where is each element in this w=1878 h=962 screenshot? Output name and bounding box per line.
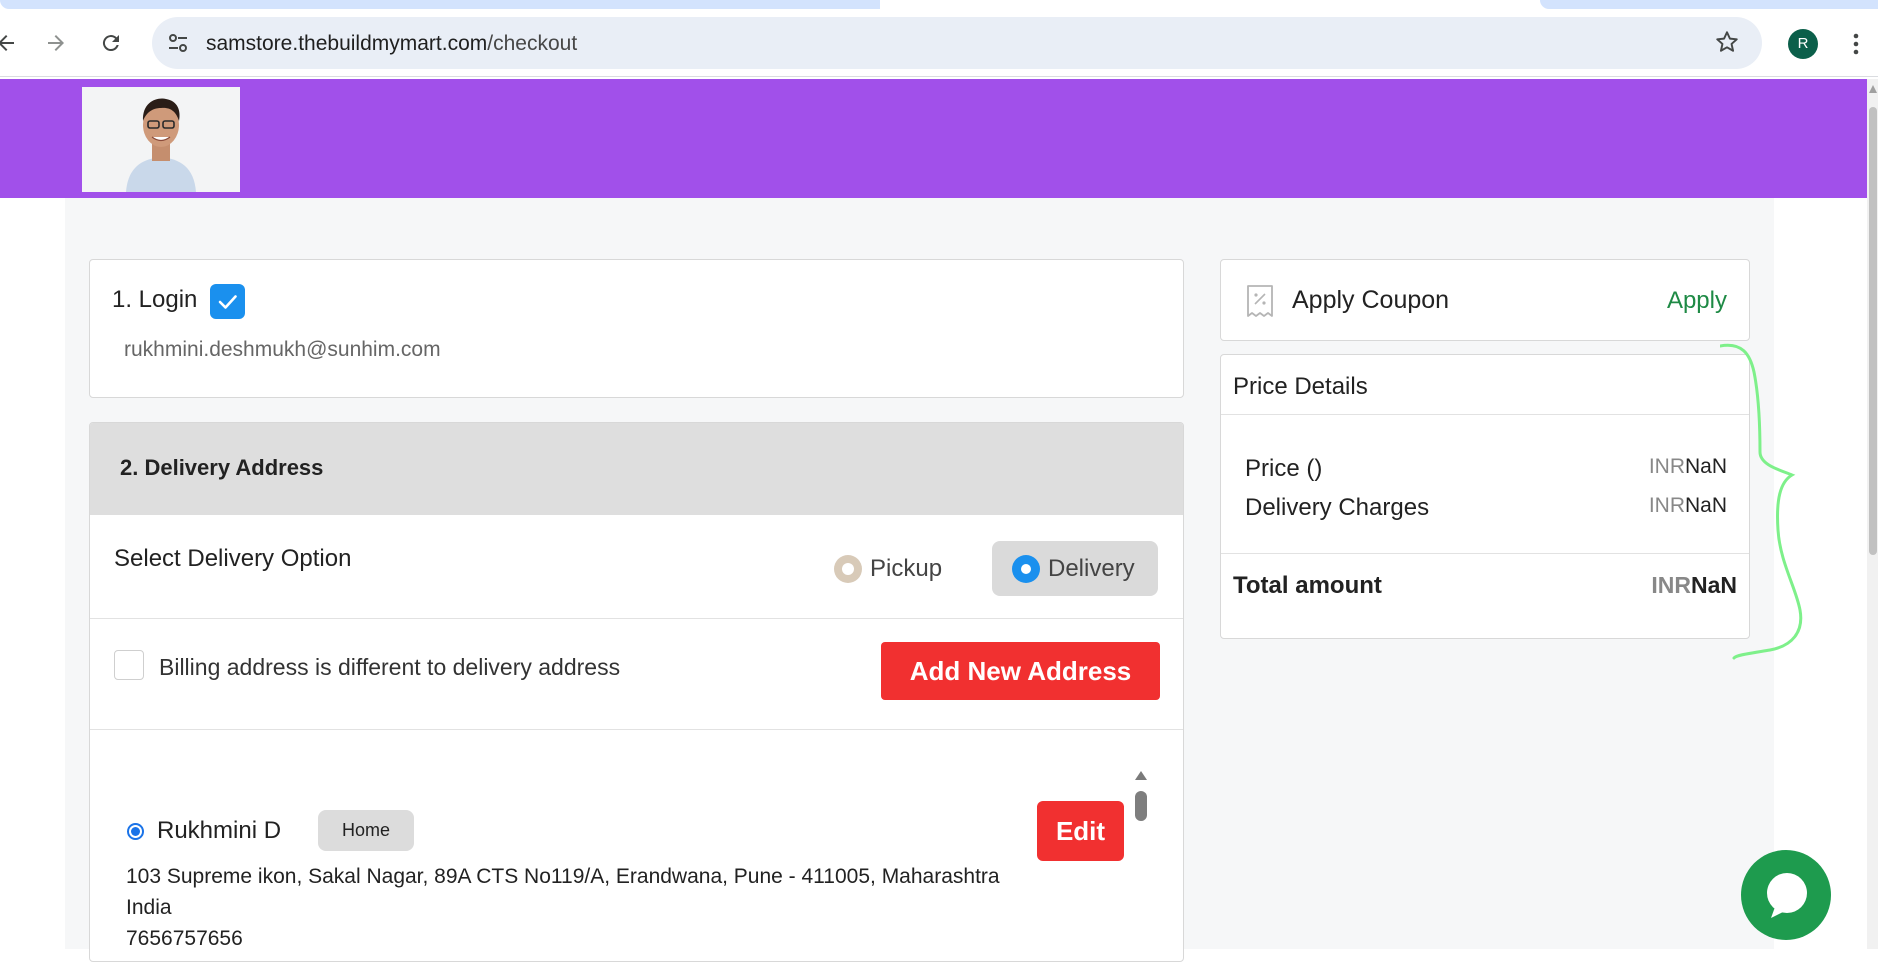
price-details-section: Price Details Price () INRNaN Delivery C… xyxy=(1220,354,1750,639)
url-path: /checkout xyxy=(487,32,578,55)
delivery-charges-row: Delivery Charges INRNaN xyxy=(1245,494,1727,522)
address-scrollbar[interactable] xyxy=(1134,771,1148,961)
total-amount-row: Total amount INRNaN xyxy=(1221,553,1749,639)
arrow-left-icon xyxy=(0,35,14,51)
apply-coupon-label: Apply Coupon xyxy=(1292,286,1450,314)
add-new-address-button[interactable]: Add New Address xyxy=(881,642,1160,700)
pickup-radio[interactable] xyxy=(834,554,862,583)
url-text[interactable]: samstore.thebuildmymart.com/checkout xyxy=(206,32,577,56)
address-list: Rukhmini D Home Edit 103 Supreme ikon, S… xyxy=(90,731,1183,961)
price-details-title: Price Details xyxy=(1233,373,1368,400)
delivery-label: Delivery xyxy=(1048,554,1135,582)
delivery-charges-label: Delivery Charges xyxy=(1245,494,1430,521)
delivery-option[interactable]: Delivery xyxy=(992,541,1158,596)
arrow-right-icon xyxy=(48,35,64,51)
more-menu-icon[interactable] xyxy=(1846,29,1866,59)
site-info-icon[interactable] xyxy=(166,31,190,55)
browser-tab-strip xyxy=(0,0,1878,9)
site-header xyxy=(0,79,1867,198)
profile-avatar[interactable]: R xyxy=(1788,29,1818,59)
apply-coupon-link[interactable]: Apply xyxy=(1667,287,1727,315)
address-type-badge: Home xyxy=(318,810,414,851)
page-scrollbar[interactable] xyxy=(1867,79,1878,949)
address-country: India xyxy=(126,896,172,919)
url-host: samstore.thebuildmymart.com xyxy=(206,32,488,55)
scroll-up-arrow[interactable] xyxy=(1869,85,1877,93)
browser-toolbar: samstore.thebuildmymart.com/checkout R xyxy=(0,9,1878,77)
login-section: 1. Login rukhmini.deshmukh@sunhim.com xyxy=(89,259,1184,398)
login-title: 1. Login xyxy=(112,286,198,313)
edit-address-button[interactable]: Edit xyxy=(1037,801,1124,861)
coupon-icon xyxy=(1247,285,1273,317)
tab-strip-gap xyxy=(880,0,1540,9)
price-row-amount: INRNaN xyxy=(1649,455,1727,479)
delivery-charges-currency: INR xyxy=(1648,494,1685,517)
total-amount-value: INRNaN xyxy=(1651,572,1737,599)
price-details-header: Price Details xyxy=(1221,355,1749,415)
price-row-label: Price () xyxy=(1245,455,1323,482)
billing-row: Billing address is different to delivery… xyxy=(90,620,1183,730)
address-scroll-thumb[interactable] xyxy=(1135,791,1147,821)
reload-button[interactable] xyxy=(99,31,123,55)
total-value: NaN xyxy=(1690,572,1737,598)
delivery-option-label: Select Delivery Option xyxy=(114,545,352,572)
pickup-label: Pickup xyxy=(870,554,943,582)
address-bar[interactable]: samstore.thebuildmymart.com/checkout xyxy=(152,17,1762,69)
delivery-address-section: 2. Delivery Address Select Delivery Opti… xyxy=(89,422,1184,962)
delivery-title: 2. Delivery Address xyxy=(120,455,324,480)
chat-bubble-icon xyxy=(1767,873,1807,918)
pickup-option[interactable]: Pickup xyxy=(814,541,974,596)
billing-different-label: Billing address is different to delivery… xyxy=(159,654,621,680)
price-value: NaN xyxy=(1684,455,1727,478)
apply-coupon-section: Apply Coupon Apply xyxy=(1220,259,1750,341)
address-select-radio[interactable] xyxy=(127,823,144,840)
page-scroll-thumb[interactable] xyxy=(1869,107,1877,555)
address-phone: 7656757656 xyxy=(126,927,243,950)
person-photo xyxy=(82,87,240,192)
checkout-content: 1. Login rukhmini.deshmukh@sunhim.com 2.… xyxy=(65,198,1774,962)
reload-icon xyxy=(102,35,119,52)
billing-different-checkbox[interactable] xyxy=(114,650,144,680)
delivery-header: 2. Delivery Address xyxy=(90,423,1183,515)
price-row: Price () INRNaN xyxy=(1245,455,1727,483)
bookmark-star-icon[interactable] xyxy=(1714,29,1740,55)
forward-button[interactable] xyxy=(44,31,68,55)
browser-tab[interactable] xyxy=(1540,0,1878,9)
address-name: Rukhmini D xyxy=(157,817,282,844)
login-email: rukhmini.deshmukh@sunhim.com xyxy=(124,338,441,361)
total-currency: INR xyxy=(1651,572,1691,598)
delivery-charges-value: NaN xyxy=(1684,494,1727,517)
address-scroll-up[interactable] xyxy=(1135,771,1147,780)
price-currency: INR xyxy=(1648,455,1685,478)
delivery-radio[interactable] xyxy=(1012,554,1040,583)
address-line: 103 Supreme ikon, Sakal Nagar, 89A CTS N… xyxy=(126,865,1000,888)
store-logo[interactable] xyxy=(82,87,240,192)
delivery-charges-amount: INRNaN xyxy=(1649,494,1727,518)
delivery-option-row: Select Delivery Option Pickup Delivery xyxy=(90,515,1183,619)
chat-widget-button[interactable] xyxy=(1741,850,1831,940)
total-amount-label: Total amount xyxy=(1233,572,1382,599)
login-complete-checkbox xyxy=(210,284,245,319)
check-icon xyxy=(218,295,237,309)
back-button[interactable] xyxy=(0,31,18,55)
